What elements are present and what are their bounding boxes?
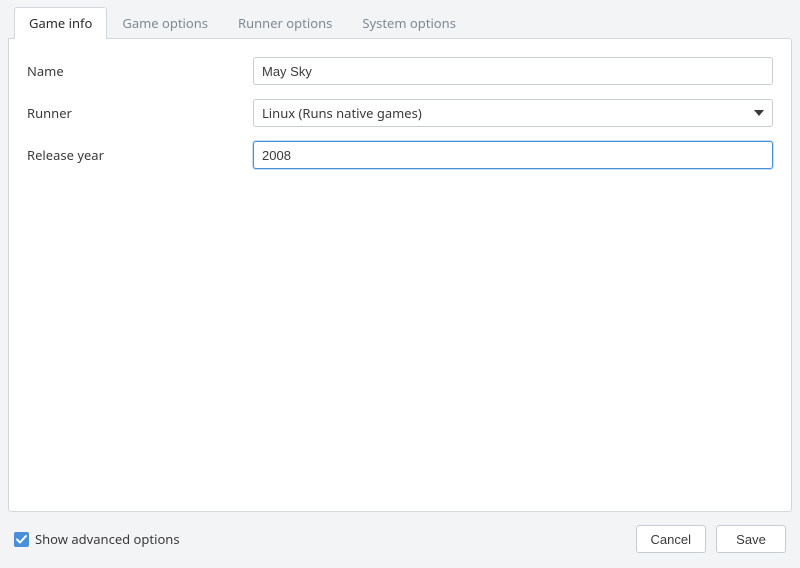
- tab-panel-game-info: Name Runner Linux (Runs native games) Re…: [8, 38, 792, 512]
- release-year-label: Release year: [27, 146, 253, 164]
- tab-label: System options: [362, 14, 456, 32]
- tab-runner-options[interactable]: Runner options: [223, 7, 347, 39]
- show-advanced-checkbox-group[interactable]: Show advanced options: [14, 530, 180, 548]
- release-year-input[interactable]: [253, 141, 773, 169]
- tab-game-options[interactable]: Game options: [107, 7, 223, 39]
- release-year-control: [253, 141, 773, 169]
- dialog-footer: Show advanced options Cancel Save: [8, 512, 792, 560]
- chevron-down-icon: [754, 110, 764, 116]
- runner-control: Linux (Runs native games): [253, 99, 773, 127]
- name-control: [253, 57, 773, 85]
- name-input[interactable]: [253, 57, 773, 85]
- name-label: Name: [27, 62, 253, 80]
- tab-game-info[interactable]: Game info: [14, 7, 107, 39]
- runner-select[interactable]: Linux (Runs native games): [253, 99, 773, 127]
- show-advanced-label: Show advanced options: [35, 530, 180, 548]
- cancel-button[interactable]: Cancel: [636, 525, 706, 553]
- tab-label: Runner options: [238, 14, 332, 32]
- row-name: Name: [27, 57, 773, 85]
- tab-system-options[interactable]: System options: [347, 7, 471, 39]
- check-icon: [16, 535, 27, 544]
- show-advanced-checkbox[interactable]: [14, 532, 29, 547]
- game-properties-window: Game info Game options Runner options Sy…: [0, 0, 800, 568]
- tab-strip: Game info Game options Runner options Sy…: [8, 8, 792, 38]
- dialog-buttons: Cancel Save: [636, 525, 786, 553]
- row-release-year: Release year: [27, 141, 773, 169]
- runner-label: Runner: [27, 104, 253, 122]
- tab-label: Game info: [29, 14, 92, 32]
- save-button[interactable]: Save: [716, 525, 786, 553]
- row-runner: Runner Linux (Runs native games): [27, 99, 773, 127]
- tab-label: Game options: [122, 14, 208, 32]
- runner-select-value: Linux (Runs native games): [262, 104, 422, 122]
